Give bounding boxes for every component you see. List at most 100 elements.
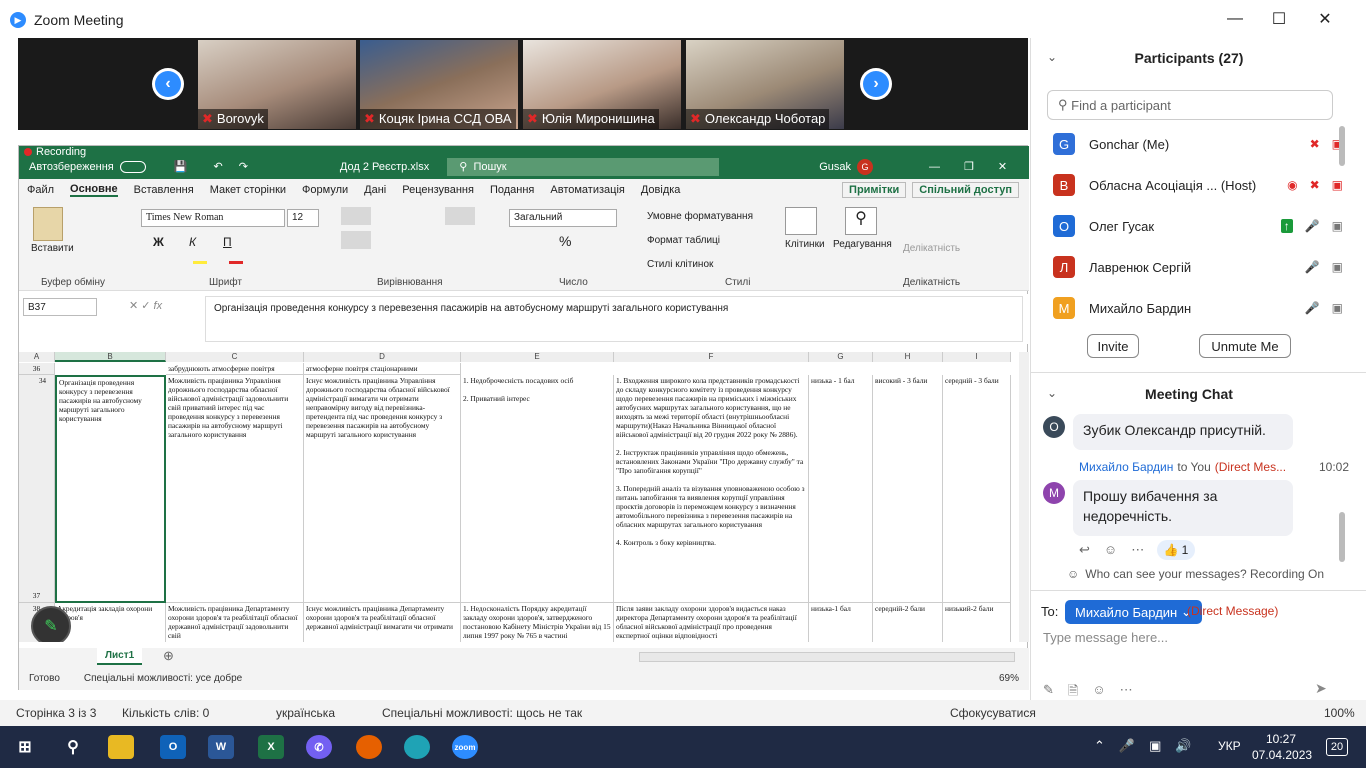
formula-input[interactable]: Організація проведення конкурсу з переве… bbox=[205, 296, 1023, 342]
excel-icon[interactable]: X bbox=[258, 735, 284, 759]
bold-icon[interactable]: Ж bbox=[153, 235, 164, 249]
participant-row[interactable]: G Gonchar (Me) ✖ ▣ bbox=[1053, 130, 1343, 158]
send-icon[interactable]: ➤ bbox=[1315, 680, 1327, 697]
cell-b38[interactable]: Акредитація закладів охорони здоров'я bbox=[55, 603, 166, 642]
font-size-select[interactable]: 12 bbox=[287, 209, 319, 227]
zoom-app-icon[interactable]: zoom bbox=[452, 735, 478, 759]
reply-icon[interactable]: ↩ bbox=[1079, 542, 1090, 558]
cell-c38[interactable]: Можливість працівника Департаменту охоро… bbox=[166, 603, 304, 642]
cell-c37[interactable]: Можливість працівника Управління дорожнь… bbox=[166, 375, 304, 603]
video-tile[interactable]: ✖ Коцяк Ірина ССД ОВА bbox=[360, 40, 518, 129]
cell-f37[interactable]: 1. Входження широкого кола представників… bbox=[614, 375, 809, 603]
invite-button[interactable]: Invite bbox=[1087, 334, 1139, 358]
align-left-icon[interactable] bbox=[341, 231, 371, 249]
video-tile[interactable]: ✖ Олександр Чоботар bbox=[686, 40, 844, 129]
clock-time[interactable]: 10:27 bbox=[1266, 732, 1296, 746]
format-table-button[interactable]: Формат таблиці bbox=[647, 235, 720, 246]
paste-icon[interactable] bbox=[33, 207, 63, 241]
find-participant-input[interactable]: ⚲ Find a participant bbox=[1047, 90, 1333, 120]
annotate-pencil-icon[interactable]: ✎ bbox=[31, 606, 71, 642]
search-editing-icon[interactable]: ⚲ bbox=[845, 207, 877, 235]
font-color-icon[interactable] bbox=[229, 261, 243, 264]
network-icon[interactable]: ▣ bbox=[1149, 738, 1161, 754]
menu-formulas[interactable]: Формули bbox=[302, 184, 348, 196]
chat-scrollbar[interactable] bbox=[1339, 512, 1345, 562]
cell-h37[interactable]: високий - 3 бали bbox=[873, 375, 943, 603]
chevron-up-icon[interactable]: ⌃ bbox=[1094, 738, 1105, 754]
menu-home[interactable]: Основне bbox=[70, 183, 118, 197]
cell-g38[interactable]: низька-1 бал bbox=[809, 603, 873, 642]
cells-icon[interactable] bbox=[785, 207, 817, 235]
menu-data[interactable]: Дані bbox=[364, 184, 386, 196]
menu-insert[interactable]: Вставлення bbox=[134, 184, 194, 196]
column-header[interactable]: E bbox=[461, 352, 614, 362]
menu-view[interactable]: Подання bbox=[490, 184, 534, 196]
language-status[interactable]: українська bbox=[276, 706, 335, 720]
cell-c36[interactable]: забруднюють атмосферне повітря bbox=[166, 363, 304, 375]
search-icon[interactable]: ⚲ bbox=[60, 735, 86, 759]
name-box[interactable]: B37 bbox=[23, 298, 97, 316]
mic-icon[interactable]: 🎤 bbox=[1305, 260, 1320, 274]
sheet-tab[interactable]: Лист1 bbox=[97, 648, 143, 665]
column-header[interactable]: F bbox=[614, 352, 809, 362]
number-format-select[interactable]: Загальний bbox=[509, 209, 617, 227]
prev-page-button[interactable]: ‹ bbox=[152, 68, 184, 100]
chat-input[interactable]: Type message here... bbox=[1043, 630, 1343, 654]
cells-button[interactable]: Клітинки bbox=[785, 239, 825, 250]
mic-muted-icon[interactable]: ✖ bbox=[1310, 178, 1320, 192]
minimize-button[interactable]: — bbox=[1224, 8, 1246, 30]
focus-button[interactable]: Сфокусуватися bbox=[950, 706, 1036, 720]
sensitivity-button[interactable]: Делікатність bbox=[903, 243, 960, 254]
align-top-icon[interactable] bbox=[341, 207, 371, 225]
cell-b37-selected[interactable]: Організація проведення конкурсу з переве… bbox=[55, 375, 166, 603]
video-icon[interactable]: ▣ bbox=[1332, 219, 1343, 233]
row-header[interactable]: 37 bbox=[19, 375, 55, 603]
status-accessibility[interactable]: Спеціальні можливості: усе добре bbox=[84, 673, 242, 684]
column-header[interactable]: G bbox=[809, 352, 873, 362]
participant-row[interactable]: Л Лавренюк Сергій 🎤 ▣ bbox=[1053, 253, 1343, 281]
conditional-format-button[interactable]: Умовне форматування bbox=[647, 211, 753, 222]
menu-file[interactable]: Файл bbox=[27, 184, 54, 196]
file-explorer-icon[interactable] bbox=[108, 735, 134, 759]
participant-row[interactable]: М Михайло Бардин 🎤 ▣ bbox=[1053, 294, 1343, 322]
viber-icon[interactable]: ✆ bbox=[306, 735, 332, 759]
edge-icon[interactable] bbox=[404, 735, 430, 759]
video-icon[interactable]: ▣ bbox=[1332, 260, 1343, 274]
notification-badge[interactable]: 20 bbox=[1326, 738, 1348, 756]
participant-row[interactable]: О Олег Гусак ↑ 🎤 ▣ bbox=[1053, 212, 1343, 240]
cell-e38[interactable]: 1. Недосконалість Порядку акредитації за… bbox=[461, 603, 614, 642]
restore-excel-button[interactable]: ❐ bbox=[964, 160, 974, 173]
firefox-icon[interactable] bbox=[356, 735, 382, 759]
horizontal-scrollbar[interactable] bbox=[639, 652, 1015, 662]
cell-d38[interactable]: Існує можливість працівника Департаменту… bbox=[304, 603, 461, 642]
italic-icon[interactable]: К bbox=[189, 235, 196, 249]
recording-indicator[interactable]: Recording bbox=[24, 145, 86, 159]
cell-f38[interactable]: Після заяви закладу охорони здоров'я вид… bbox=[614, 603, 809, 642]
column-header[interactable]: C bbox=[166, 352, 304, 362]
cell-d37[interactable]: Існує можливість працівника Управління д… bbox=[304, 375, 461, 603]
share-button[interactable]: Спільний доступ bbox=[912, 182, 1019, 198]
column-header[interactable]: A bbox=[19, 352, 55, 362]
video-off-icon[interactable]: ▣ bbox=[1332, 178, 1343, 192]
mic-icon[interactable]: 🎤 bbox=[1119, 738, 1135, 754]
vertical-scrollbar[interactable] bbox=[1019, 352, 1029, 642]
column-header[interactable]: B bbox=[55, 352, 166, 362]
wrap-text-icon[interactable] bbox=[445, 207, 475, 225]
column-header[interactable]: D bbox=[304, 352, 461, 362]
close-button[interactable]: ✕ bbox=[1314, 8, 1336, 30]
font-name-select[interactable]: Times New Roman bbox=[141, 209, 285, 227]
video-tile[interactable]: ✖ Юлія Миронишина bbox=[523, 40, 681, 129]
volume-icon[interactable]: 🔊 bbox=[1175, 738, 1191, 754]
unmute-me-button[interactable]: Unmute Me bbox=[1199, 334, 1291, 358]
function-icon[interactable]: ✕ ✓ fx bbox=[129, 299, 162, 312]
add-reaction-icon[interactable]: ☺ bbox=[1104, 542, 1117, 558]
cell-e37[interactable]: 1. Недоброчесність посадових осіб 2. При… bbox=[461, 375, 614, 603]
more-icon[interactable]: ⋯ bbox=[1131, 542, 1144, 558]
paste-label[interactable]: Вставити bbox=[31, 243, 74, 254]
video-icon[interactable]: ▣ bbox=[1332, 301, 1343, 315]
close-excel-button[interactable]: ✕ bbox=[998, 160, 1007, 173]
next-page-button[interactable]: › bbox=[860, 68, 892, 100]
clock-date[interactable]: 07.04.2023 bbox=[1252, 748, 1312, 762]
sender-name[interactable]: Михайло Бардин bbox=[1079, 460, 1173, 474]
cell-g37[interactable]: низька - 1 бал bbox=[809, 375, 873, 603]
